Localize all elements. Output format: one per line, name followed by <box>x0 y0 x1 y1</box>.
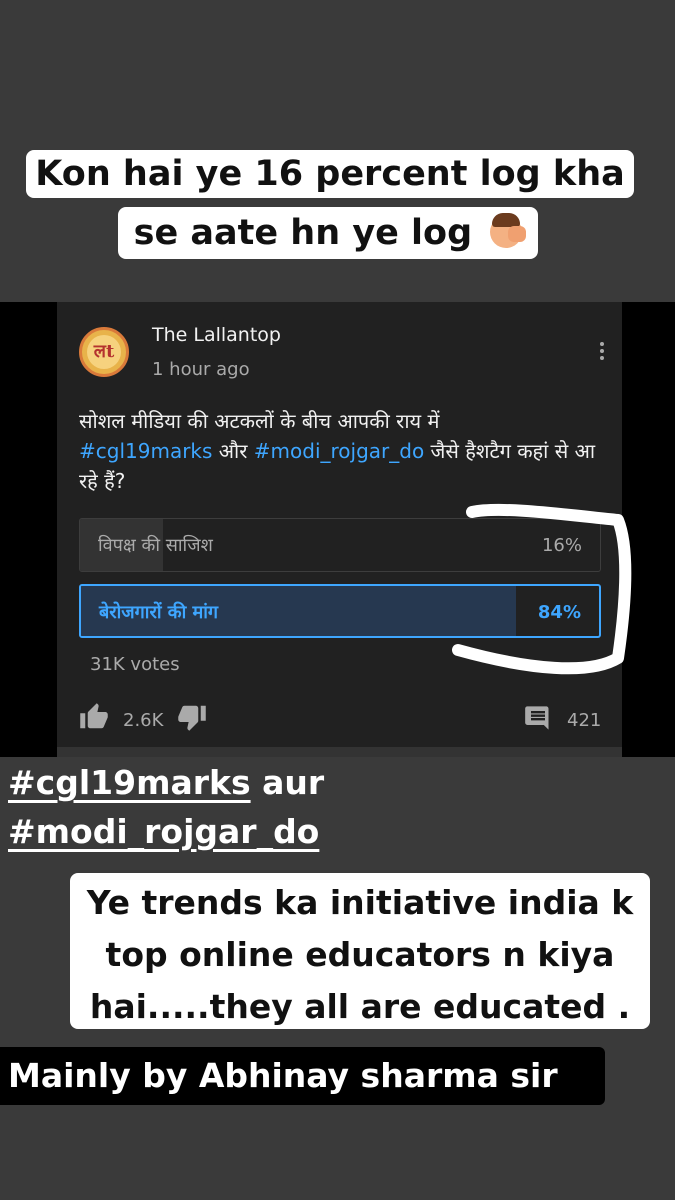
post-divider <box>57 747 622 757</box>
like-count: 2.6K <box>123 710 164 731</box>
post-text-part2: और <box>212 439 254 463</box>
channel-avatar[interactable]: लt <box>79 327 129 377</box>
hashtag-link-cgl19marks[interactable]: #cgl19marks <box>79 439 212 463</box>
handwritten-bracket-annotation <box>452 503 632 675</box>
thumbs-up-icon[interactable] <box>79 702 109 732</box>
thumbs-down-icon[interactable] <box>177 702 207 732</box>
vote-count: 31K votes <box>90 654 180 675</box>
hashtag-line-1: #cgl19marks aur <box>8 763 324 802</box>
avatar-logo: लt <box>87 335 121 369</box>
hashtag-line-2: #modi_rojgar_do <box>8 812 319 851</box>
post-timestamp: 1 hour ago <box>152 359 250 380</box>
hashtag-cgl19marks[interactable]: #cgl19marks <box>8 763 251 802</box>
post-text: सोशल मीडिया की अटकलों के बीच आपकी राय मे… <box>79 406 604 496</box>
more-options-icon[interactable] <box>598 342 606 364</box>
caption-line2-text: se aate hn ye log <box>133 213 473 253</box>
story-caption-4: Mainly by Abhinay sharma sir <box>0 1047 605 1105</box>
caption-line1-text: Kon hai ye 16 percent log kha <box>35 154 625 194</box>
face-palm-emoji-icon <box>490 213 527 248</box>
comment-icon[interactable] <box>523 704 553 732</box>
poll-option-1-label: विपक्ष की साजिश <box>98 535 213 556</box>
comment-count: 421 <box>567 710 602 731</box>
caption3-line2: top online educators n kiya <box>105 935 615 974</box>
post-text-part1: सोशल मीडिया की अटकलों के बीच आपकी राय मे… <box>79 409 440 433</box>
channel-name[interactable]: The Lallantop <box>152 324 281 346</box>
poll-option-2-label: बेरोजगारों की मांग <box>99 602 219 623</box>
story-caption-line1: Kon hai ye 16 percent log kha <box>26 150 634 198</box>
hashtag-line-1-rest: aur <box>250 763 325 802</box>
story-caption-line2: se aate hn ye log <box>118 207 538 259</box>
story-caption-3: Ye trends ka initiative india k top onli… <box>70 873 650 1029</box>
caption3-line1: Ye trends ka initiative india k <box>86 883 634 922</box>
caption3-line3: hai.....they all are educated . <box>89 987 631 1026</box>
hashtag-link-modi-rojgar-do[interactable]: #modi_rojgar_do <box>254 439 424 463</box>
hashtag-modi-rojgar-do[interactable]: #modi_rojgar_do <box>8 812 319 851</box>
